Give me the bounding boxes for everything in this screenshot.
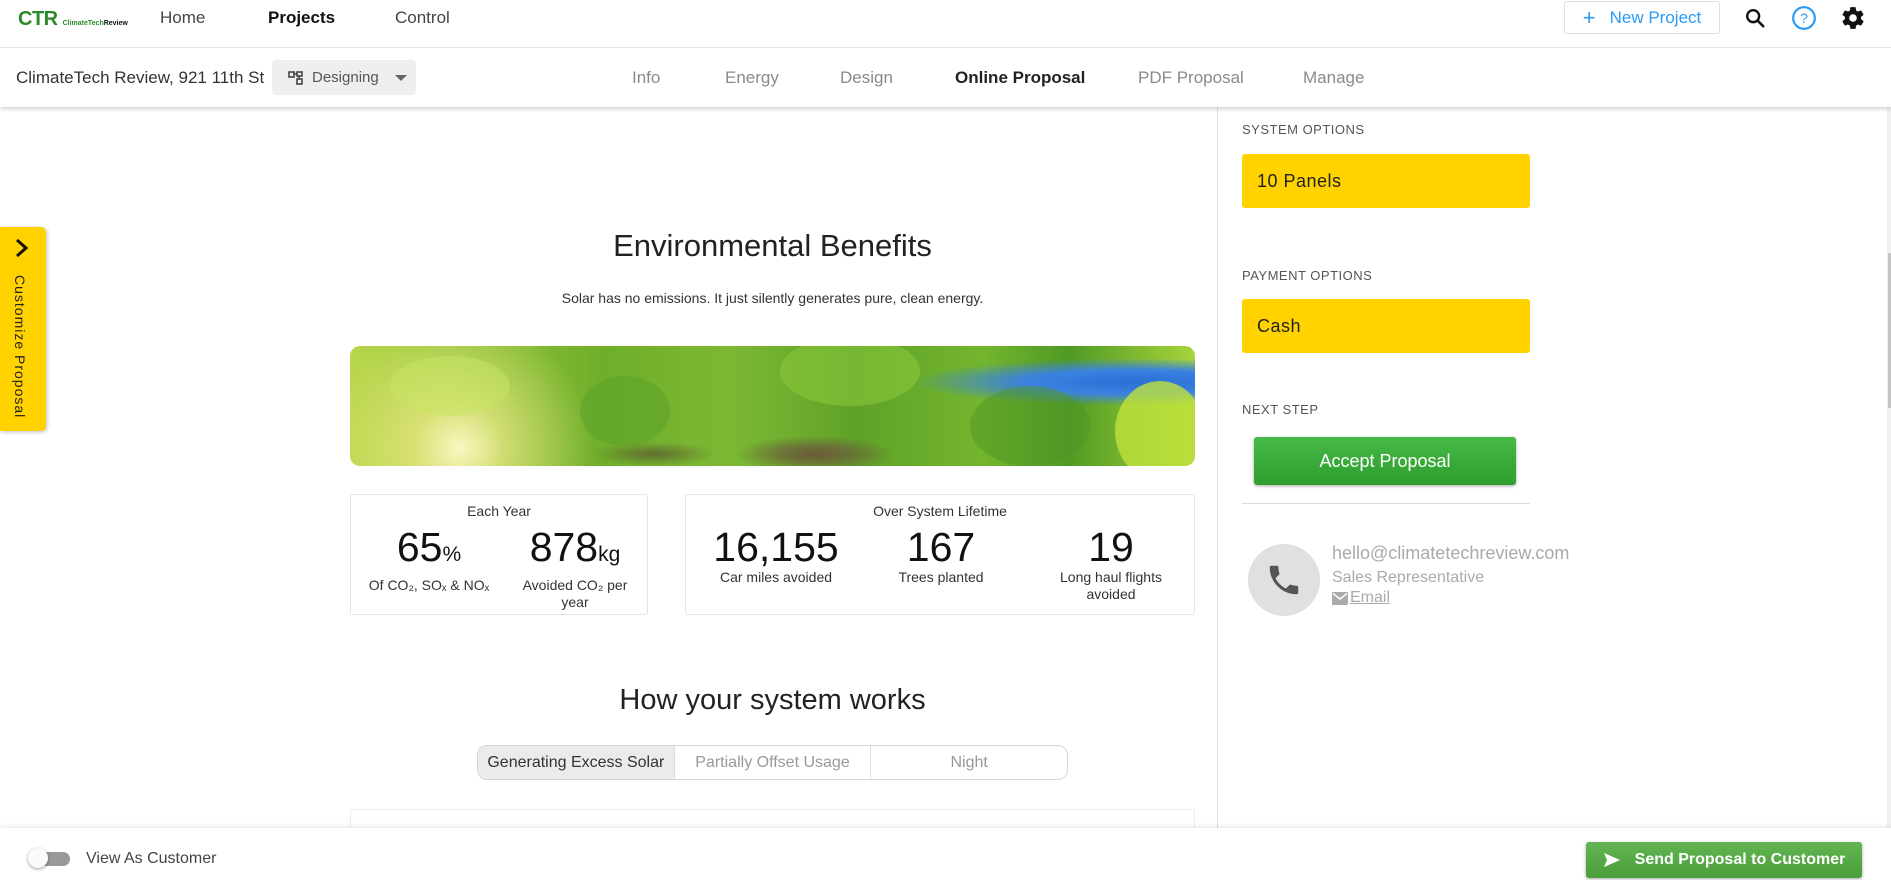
mail-icon — [1332, 591, 1348, 605]
accept-proposal-button[interactable]: Accept Proposal — [1254, 437, 1516, 485]
flights-avoided-stat: 19 Long haul flights avoided — [1046, 525, 1176, 603]
send-proposal-label: Send Proposal to Customer — [1634, 851, 1846, 868]
emissions-label: Of CO₂, SOₓ & NOₓ — [368, 577, 490, 593]
plus-icon: + — [1582, 4, 1596, 30]
car-miles-stat: 16,155 Car miles avoided — [696, 525, 856, 586]
mode-generating-excess-solar[interactable]: Generating Excess Solar — [478, 746, 675, 779]
new-project-button[interactable]: + New Project — [1564, 1, 1720, 34]
tab-energy[interactable]: Energy — [725, 68, 779, 88]
chevron-right-icon — [16, 238, 29, 258]
footer-bar: View As Customer Send Proposal to Custom… — [0, 828, 1891, 880]
how-system-works-title: How your system works — [619, 684, 926, 716]
send-proposal-button[interactable]: Send Proposal to Customer — [1586, 842, 1862, 878]
contact-email-link[interactable]: Email — [1332, 589, 1390, 607]
car-miles-label: Car miles avoided — [719, 569, 833, 585]
divider — [1242, 503, 1530, 504]
next-step-label: NEXT STEP — [1242, 402, 1319, 417]
trees-planted-label: Trees planted — [898, 569, 984, 585]
system-mode-selector: Generating Excess Solar Partially Offset… — [477, 745, 1068, 780]
tab-info[interactable]: Info — [632, 68, 660, 88]
tab-manage[interactable]: Manage — [1303, 68, 1364, 88]
co2-avoided-value: 878 — [529, 524, 599, 570]
system-option-button[interactable]: 10 Panels — [1242, 154, 1530, 208]
tab-design[interactable]: Design — [840, 68, 893, 88]
environmental-benefits-subtitle: Solar has no emissions. It just silently… — [561, 290, 984, 306]
gear-icon — [1842, 7, 1864, 29]
contact-email-link-label: Email — [1350, 589, 1391, 606]
search-icon — [1746, 9, 1765, 28]
send-icon — [1603, 853, 1620, 867]
top-navbar: CTR ClimateTechReview Home Projects Cont… — [0, 0, 1891, 48]
project-status-value: Designing — [312, 69, 379, 86]
logo-wordmark-green: ClimateTech — [62, 20, 104, 27]
trees-planted-stat: 167 Trees planted — [861, 525, 1021, 586]
tab-online-proposal[interactable]: Online Proposal — [955, 68, 1085, 88]
logo-wordmark: ClimateTechReview — [63, 20, 128, 27]
new-project-label: New Project — [1609, 7, 1702, 27]
page-scrollbar[interactable] — [1887, 107, 1891, 828]
logo[interactable]: CTR ClimateTechReview — [18, 8, 128, 31]
proposal-sidebar: SYSTEM OPTIONS 10 Panels PAYMENT OPTIONS… — [1217, 107, 1891, 828]
view-as-customer-toggle[interactable] — [28, 848, 72, 868]
mode-partially-offset-usage[interactable]: Partially Offset Usage — [675, 746, 872, 779]
workflow-icon — [288, 70, 303, 85]
help-button[interactable]: ? — [1790, 4, 1818, 32]
trees-hero-image — [350, 346, 1195, 466]
emissions-unit: % — [442, 543, 462, 566]
project-subbar: ClimateTech Review, 921 11th St Designin… — [0, 48, 1891, 107]
nav-control[interactable]: Control — [395, 8, 450, 28]
view-as-customer-label: View As Customer — [86, 850, 217, 867]
settings-button[interactable] — [1839, 4, 1867, 32]
chevron-down-icon — [394, 74, 407, 81]
system-diagram-card — [350, 809, 1195, 828]
nav-home[interactable]: Home — [160, 8, 205, 28]
proposal-preview: Environmental Benefits Solar has no emis… — [0, 107, 1217, 828]
car-miles-value: 16,155 — [713, 524, 839, 570]
customize-proposal-tab[interactable]: Customize Proposal — [0, 227, 46, 431]
logo-wordmark-dark: Review — [103, 20, 128, 27]
phone-icon — [1269, 565, 1299, 595]
lifetime-title: Over System Lifetime — [873, 503, 1007, 519]
lifetime-card: Over System Lifetime 16,155 Car miles av… — [685, 494, 1195, 615]
mode-night[interactable]: Night — [871, 746, 1067, 779]
payment-options-label: PAYMENT OPTIONS — [1242, 268, 1373, 283]
search-button[interactable] — [1741, 4, 1769, 32]
each-year-title: Each Year — [467, 503, 531, 519]
project-status-dropdown[interactable]: Designing — [272, 60, 416, 95]
toggle-knob — [28, 848, 48, 868]
emissions-stat: 65% Of CO₂, SOₓ & NOₓ — [359, 525, 499, 594]
environmental-benefits-title: Environmental Benefits — [613, 228, 932, 263]
contact-email: hello@climatetechreview.com — [1332, 543, 1570, 563]
avatar — [1248, 544, 1320, 616]
trees-planted-value: 167 — [906, 524, 976, 570]
svg-text:?: ? — [1800, 10, 1808, 26]
co2-avoided-label: Avoided CO₂ per year — [522, 577, 628, 610]
nav-projects[interactable]: Projects — [268, 8, 335, 28]
co2-avoided-unit: kg — [598, 543, 621, 566]
system-options-label: SYSTEM OPTIONS — [1242, 122, 1365, 137]
tab-pdf-proposal[interactable]: PDF Proposal — [1138, 68, 1244, 88]
co2-avoided-stat: 878kg Avoided CO₂ per year — [511, 525, 639, 611]
flights-avoided-value: 19 — [1088, 524, 1134, 570]
help-icon: ? — [1792, 6, 1816, 30]
contact-role: Sales Representative — [1332, 569, 1485, 586]
logo-mark: CTR — [18, 8, 58, 30]
flights-avoided-label: Long haul flights avoided — [1060, 569, 1162, 602]
customize-proposal-label: Customize Proposal — [12, 275, 28, 419]
project-name: ClimateTech Review, 921 11th St — [16, 68, 265, 87]
payment-option-button[interactable]: Cash — [1242, 299, 1530, 353]
each-year-card: Each Year 65% Of CO₂, SOₓ & NOₓ 878kg Av… — [350, 494, 648, 615]
emissions-value: 65 — [396, 524, 443, 570]
